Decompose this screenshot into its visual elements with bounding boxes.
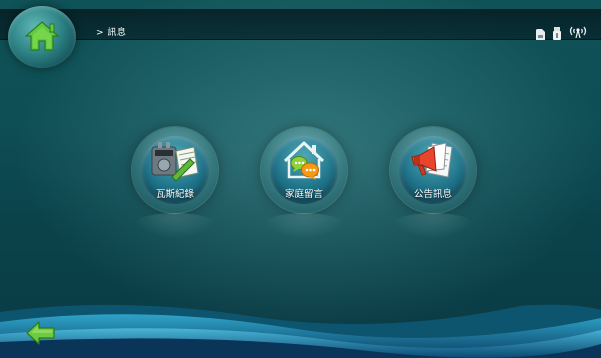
tile-reflection (261, 213, 347, 239)
gas-records-button[interactable]: 瓦斯紀錄 (132, 127, 218, 213)
family-message-icon (283, 141, 325, 180)
wireless-signal-icon (568, 23, 588, 42)
tile-label: 公告訊息 (413, 189, 452, 200)
tile-reflection (132, 213, 218, 239)
usb-icon (553, 25, 561, 44)
sd-card-icon (536, 25, 545, 44)
tile-reflection (390, 213, 476, 239)
back-button[interactable] (26, 320, 56, 346)
home-button[interactable] (8, 6, 76, 68)
gas-meter-icon (151, 142, 199, 182)
tile-label: 家庭留言 (284, 189, 323, 200)
top-bar: > 訊息 (0, 9, 601, 40)
announcements-button[interactable]: 公告訊息 (390, 127, 476, 213)
announcement-icon (411, 142, 453, 178)
family-messages-button[interactable]: 家庭留言 (261, 127, 347, 213)
tile-label: 瓦斯紀錄 (155, 189, 194, 200)
app-screen: > 訊息 瓦斯紀錄 家庭留言 公告訊息 (0, 0, 601, 358)
back-arrow-icon (26, 321, 55, 345)
home-icon (24, 21, 60, 51)
breadcrumb: > 訊息 (96, 28, 127, 38)
wave-decoration (0, 304, 601, 358)
